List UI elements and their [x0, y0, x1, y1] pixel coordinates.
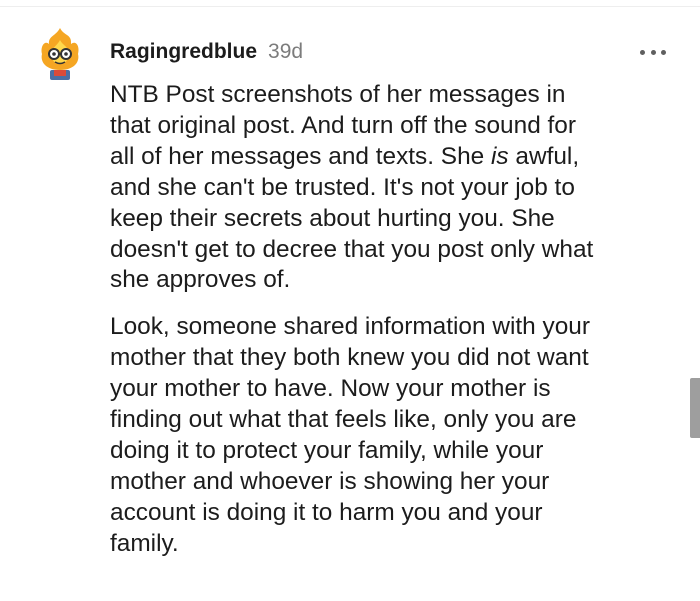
comment-line: she approves of. [110, 265, 665, 296]
comment-line: all of her messages and texts. She is aw… [110, 142, 665, 173]
comment-text: NTB Post screenshots of her messages in [110, 81, 566, 108]
comment-text: doesn't get to decree that you post only… [110, 235, 594, 263]
comment-line: NTB Post screenshots of her messages in [110, 80, 665, 111]
comment-line: mother that they both knew you did not w… [110, 343, 665, 374]
comment-line: that original post. And turn off the sou… [110, 111, 665, 142]
comment-body: NTB Post screenshots of her messages in … [110, 80, 665, 560]
comment-text: mother that they both knew you did not w… [110, 344, 589, 372]
comment-text: keep their secrets about hurting you. Sh… [110, 204, 555, 232]
comment-header: Ragingredblue 39d [110, 40, 303, 64]
comment-line: family. [110, 529, 665, 560]
flame-avatar-icon [41, 28, 79, 80]
comment-timestamp: 39d [268, 40, 304, 63]
user-avatar[interactable] [36, 26, 84, 84]
comment-text: account is doing it to harm you and your [110, 498, 543, 526]
comment-text: and she can't be trusted. It's not your … [110, 173, 575, 201]
username-link[interactable]: Ragingredblue [110, 40, 257, 64]
comment-text: she approves of. [110, 266, 291, 294]
scrollbar-thumb[interactable] [690, 378, 700, 438]
comment-text: your mother to have. Now your mother is [110, 375, 551, 403]
comment-paragraph: Look, someone shared information with yo… [110, 312, 665, 559]
comment-text: that original post. And turn off the sou… [110, 111, 576, 139]
more-options-icon [640, 49, 645, 55]
comment-line: keep their secrets about hurting you. Sh… [110, 204, 665, 235]
more-options-button[interactable] [640, 44, 666, 60]
comment-text: Look, someone shared information with yo… [110, 313, 590, 341]
emphasis-text: is [490, 142, 509, 170]
comment-text: mother and whoever is showing her your [110, 467, 550, 495]
comment-text: finding out what that feels like, only y… [110, 406, 577, 434]
comment-line: Look, someone shared information with yo… [110, 312, 665, 343]
comment-line: mother and whoever is showing her your [110, 467, 665, 498]
comment-text: doing it to protect your family, while y… [110, 436, 544, 464]
comment-line: and she can't be trusted. It's not your … [110, 173, 665, 204]
comment-line: account is doing it to harm you and your [110, 498, 665, 529]
more-options-icon-dot [661, 49, 666, 55]
comment-line: doing it to protect your family, while y… [110, 436, 665, 467]
comment-text: all of her messages and texts. She [110, 142, 491, 170]
comment-line: finding out what that feels like, only y… [110, 405, 665, 436]
more-options-icon-dot [650, 49, 656, 55]
comment-text: family. [110, 529, 179, 557]
comment-line: doesn't get to decree that you post only… [110, 235, 665, 266]
comment-paragraph: NTB Post screenshots of her messages in … [110, 80, 665, 296]
top-divider [0, 6, 700, 7]
comment-line: your mother to have. Now your mother is [110, 374, 665, 405]
comment-text: awful, [508, 142, 580, 170]
